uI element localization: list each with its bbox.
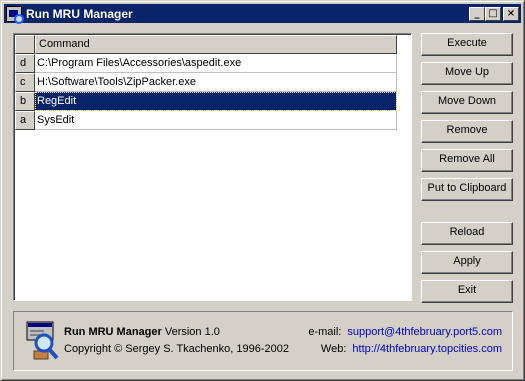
list-row[interactable]: c H:\Software\Tools\ZipPacker.exe	[15, 73, 411, 92]
app-info: Run MRU Manager Version 1.0 Copyright © …	[64, 324, 289, 358]
maximize-button[interactable]: □	[485, 6, 501, 21]
mru-list[interactable]: Command d C:\Program Files\Accessories\a…	[13, 33, 412, 301]
row-key: d	[15, 54, 35, 73]
web-link[interactable]: http://4thfebruary.topcities.com	[352, 341, 502, 358]
magnifier-window-icon	[26, 321, 59, 360]
window-title: Run MRU Manager	[26, 6, 133, 21]
key-column-header[interactable]	[15, 35, 35, 54]
title-bar-controls: _ □ ×	[469, 6, 519, 21]
row-command: SysEdit	[35, 111, 397, 130]
put-to-clipboard-button[interactable]: Put to Clipboard	[421, 178, 513, 201]
email-link[interactable]: support@4thfebruary.port5.com	[347, 324, 502, 341]
close-button[interactable]: ×	[503, 6, 519, 21]
about-panel: Run MRU Manager Version 1.0 Copyright © …	[13, 311, 513, 371]
list-row[interactable]: a SysEdit	[15, 111, 411, 130]
remove-all-button[interactable]: Remove All	[421, 149, 513, 172]
row-command: C:\Program Files\Accessories\aspedit.exe	[35, 54, 397, 73]
contact-info: e-mail: support@4thfebruary.port5.com We…	[308, 324, 502, 358]
exit-button[interactable]: Exit	[421, 280, 513, 303]
execute-button[interactable]: Execute	[421, 33, 513, 56]
row-key: c	[15, 73, 35, 92]
title-bar[interactable]: Run MRU Manager _ □ ×	[4, 4, 521, 24]
remove-button[interactable]: Remove	[421, 120, 513, 143]
row-command: RegEdit	[35, 92, 397, 111]
list-row-selected[interactable]: b RegEdit	[15, 92, 411, 111]
move-down-button[interactable]: Move Down	[421, 91, 513, 114]
apply-button[interactable]: Apply	[421, 251, 513, 274]
app-icon[interactable]	[6, 5, 24, 24]
minimize-button[interactable]: _	[469, 6, 485, 21]
reload-button[interactable]: Reload	[421, 222, 513, 245]
list-header: Command	[15, 35, 411, 54]
web-label: Web:	[320, 343, 347, 355]
main-window: Run MRU Manager _ □ × Command d C:\Progr…	[0, 0, 525, 381]
about-copyright: Copyright © Sergey S. Tkachenko, 1996-20…	[64, 343, 289, 355]
move-up-button[interactable]: Move Up	[421, 62, 513, 85]
about-app-name: Run MRU Manager	[64, 326, 162, 338]
row-key: a	[15, 111, 35, 130]
row-key: b	[15, 92, 35, 111]
row-command: H:\Software\Tools\ZipPacker.exe	[35, 73, 397, 92]
command-column-header[interactable]: Command	[35, 35, 397, 54]
list-row[interactable]: d C:\Program Files\Accessories\aspedit.e…	[15, 54, 411, 73]
email-label: e-mail:	[308, 326, 342, 338]
about-version: Version 1.0	[164, 326, 220, 338]
